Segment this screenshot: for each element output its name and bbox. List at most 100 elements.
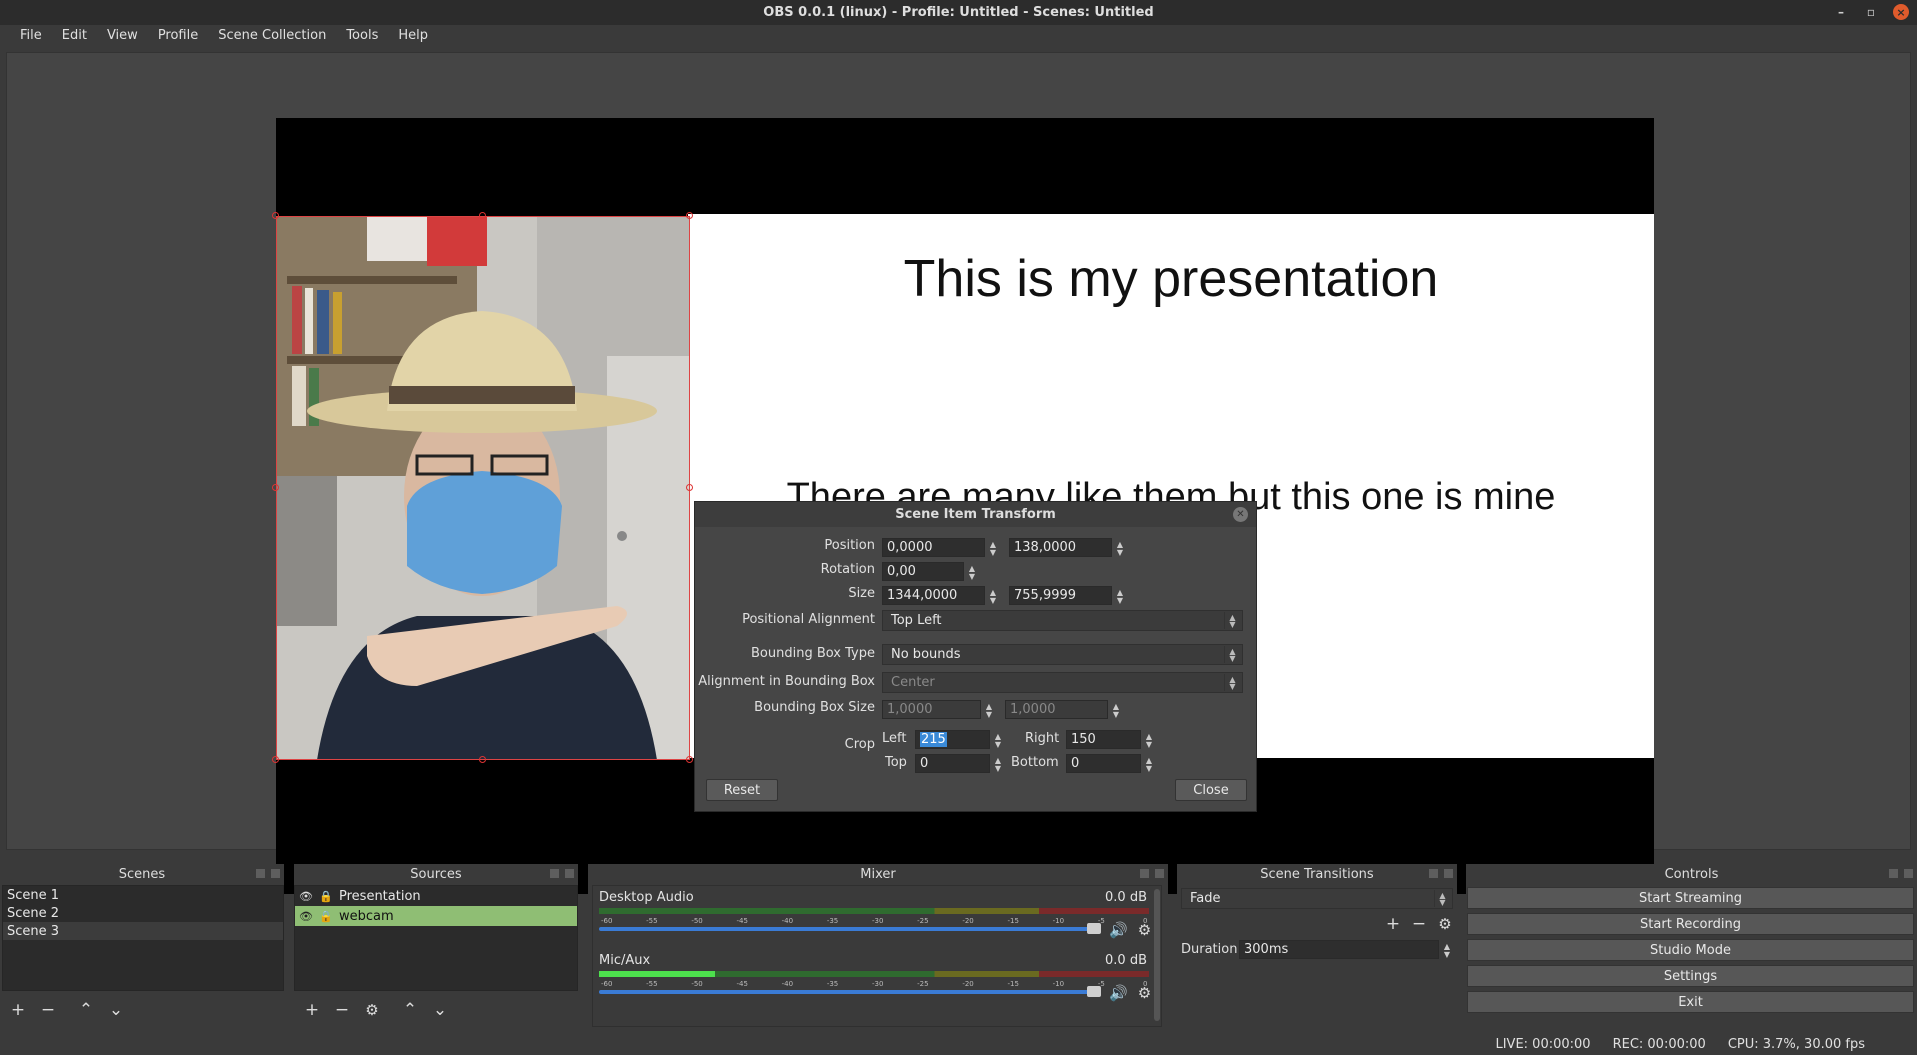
- studio-mode-button[interactable]: Studio Mode: [1467, 939, 1914, 961]
- crop-left-input[interactable]: 215 ▲ ▼: [915, 730, 1001, 749]
- float-icon[interactable]: [1429, 869, 1438, 878]
- menubar: File Edit View Profile Scene Collection …: [0, 25, 1917, 45]
- speaker-icon[interactable]: 🔊: [1109, 921, 1128, 939]
- add-icon[interactable]: +: [1385, 915, 1401, 933]
- gear-icon[interactable]: ⚙: [364, 1001, 380, 1019]
- remove-icon[interactable]: −: [334, 1001, 350, 1019]
- resize-handle-tr[interactable]: [686, 212, 693, 219]
- resize-handle-b[interactable]: [479, 756, 486, 763]
- size-height-stepper-icon[interactable]: ▲ ▼: [1113, 587, 1127, 606]
- source-item[interactable]: 👁 🔒 Presentation: [295, 886, 577, 906]
- settings-button[interactable]: Settings: [1467, 965, 1914, 987]
- exit-button[interactable]: Exit: [1467, 991, 1914, 1013]
- slider-handle[interactable]: [1087, 923, 1101, 934]
- menu-scene-collection[interactable]: Scene Collection: [208, 28, 336, 43]
- minimize-icon[interactable]: –: [1833, 4, 1849, 20]
- gear-icon[interactable]: ⚙: [1437, 915, 1453, 933]
- add-icon[interactable]: +: [10, 1001, 26, 1019]
- start-recording-button[interactable]: Start Recording: [1467, 913, 1914, 935]
- menu-tools[interactable]: Tools: [336, 28, 388, 43]
- bounding-box-type-select[interactable]: No bounds ▲ ▼: [882, 644, 1243, 665]
- resize-handle-br[interactable]: [686, 756, 693, 763]
- eye-icon[interactable]: 👁: [299, 909, 313, 923]
- scene-item[interactable]: Scene 1: [3, 886, 283, 904]
- crop-bottom-input[interactable]: 0 ▲ ▼: [1066, 754, 1152, 773]
- bounding-box-height-input[interactable]: 1,0000 ▲ ▼: [1005, 700, 1119, 719]
- resize-handle-t[interactable]: [479, 212, 486, 219]
- speaker-icon[interactable]: 🔊: [1109, 984, 1128, 1002]
- menu-profile[interactable]: Profile: [148, 28, 208, 43]
- crop-top-stepper-icon[interactable]: ▲ ▼: [991, 755, 1005, 774]
- slider-handle[interactable]: [1087, 986, 1101, 997]
- size-width-stepper-icon[interactable]: ▲ ▼: [986, 587, 1000, 606]
- transition-select[interactable]: Fade ▲ ▼: [1181, 888, 1453, 909]
- duration-input[interactable]: 300ms ▲ ▼: [1239, 940, 1450, 959]
- reset-button[interactable]: Reset: [706, 779, 778, 801]
- resize-handle-bl[interactable]: [272, 756, 279, 763]
- float-icon[interactable]: [256, 869, 265, 878]
- bbox-height-stepper-icon[interactable]: ▲ ▼: [1109, 701, 1123, 720]
- meter-tick-label: -15: [1008, 917, 1019, 925]
- move-up-icon[interactable]: ⌃: [402, 1001, 418, 1019]
- close-dock-icon[interactable]: [1904, 869, 1913, 878]
- remove-icon[interactable]: −: [40, 1001, 56, 1019]
- dialog-close-icon[interactable]: ✕: [1233, 507, 1248, 522]
- volume-slider[interactable]: [599, 986, 1101, 997]
- menu-help[interactable]: Help: [388, 28, 438, 43]
- positional-alignment-select[interactable]: Top Left ▲ ▼: [882, 610, 1243, 631]
- close-dock-icon[interactable]: [565, 869, 574, 878]
- resize-handle-tl[interactable]: [272, 212, 279, 219]
- menu-view[interactable]: View: [97, 28, 148, 43]
- float-icon[interactable]: [550, 869, 559, 878]
- add-icon[interactable]: +: [304, 1001, 320, 1019]
- size-width-input[interactable]: 1344,0000 ▲ ▼: [882, 586, 996, 605]
- restore-icon[interactable]: ▫: [1863, 4, 1879, 20]
- gear-icon[interactable]: ⚙: [1138, 921, 1151, 939]
- size-width-value: 1344,0000: [887, 588, 958, 603]
- lock-icon[interactable]: 🔒: [319, 909, 333, 923]
- scene-item[interactable]: Scene 2: [3, 904, 283, 922]
- crop-bottom-stepper-icon[interactable]: ▲ ▼: [1142, 755, 1156, 774]
- alignment-in-bounding-box-value: Center: [891, 675, 935, 690]
- eye-icon[interactable]: 👁: [299, 889, 313, 903]
- menu-file[interactable]: File: [10, 28, 52, 43]
- float-icon[interactable]: [1889, 869, 1898, 878]
- crop-top-input[interactable]: 0 ▲ ▼: [915, 754, 1001, 773]
- mixer-scrollbar[interactable]: [1154, 889, 1160, 1021]
- move-down-icon[interactable]: ⌄: [432, 1001, 448, 1019]
- position-y-stepper-icon[interactable]: ▲ ▼: [1113, 539, 1127, 558]
- volume-slider[interactable]: [599, 923, 1101, 934]
- close-dock-icon[interactable]: [271, 869, 280, 878]
- position-x-input[interactable]: 0,0000 ▲ ▼: [882, 538, 996, 557]
- close-button[interactable]: Close: [1175, 779, 1247, 801]
- crop-right-stepper-icon[interactable]: ▲ ▼: [1142, 731, 1156, 750]
- remove-icon[interactable]: −: [1411, 915, 1427, 933]
- alignment-in-bounding-box-select[interactable]: Center ▲ ▼: [882, 672, 1243, 693]
- crop-left-stepper-icon[interactable]: ▲ ▼: [991, 731, 1005, 750]
- close-dock-icon[interactable]: [1155, 869, 1164, 878]
- position-y-value: 138,0000: [1014, 540, 1077, 555]
- source-item-selected[interactable]: 👁 🔒 webcam: [295, 906, 577, 926]
- bounding-box-width-input[interactable]: 1,0000 ▲ ▼: [882, 700, 992, 719]
- size-height-input[interactable]: 755,9999 ▲ ▼: [1009, 586, 1123, 605]
- resize-handle-l[interactable]: [272, 484, 279, 491]
- resize-handle-r[interactable]: [686, 484, 693, 491]
- close-dock-icon[interactable]: [1444, 869, 1453, 878]
- gear-icon[interactable]: ⚙: [1138, 984, 1151, 1002]
- crop-right-input[interactable]: 150 ▲ ▼: [1066, 730, 1152, 749]
- rotation-input[interactable]: 0,00 ▲ ▼: [882, 562, 975, 581]
- close-window-icon[interactable]: ×: [1893, 4, 1909, 20]
- move-down-icon[interactable]: ⌄: [108, 1001, 124, 1019]
- menu-edit[interactable]: Edit: [52, 28, 97, 43]
- float-icon[interactable]: [1140, 869, 1149, 878]
- position-x-stepper-icon[interactable]: ▲ ▼: [986, 539, 1000, 558]
- start-streaming-button[interactable]: Start Streaming: [1467, 887, 1914, 909]
- duration-stepper-icon[interactable]: ▲ ▼: [1440, 941, 1454, 960]
- scene-item-selected[interactable]: Scene 3: [3, 922, 283, 940]
- position-y-input[interactable]: 138,0000 ▲ ▼: [1009, 538, 1123, 557]
- move-up-icon[interactable]: ⌃: [78, 1001, 94, 1019]
- webcam-source[interactable]: [276, 216, 690, 760]
- bbox-width-stepper-icon[interactable]: ▲ ▼: [982, 701, 996, 720]
- rotation-stepper-icon[interactable]: ▲ ▼: [965, 563, 979, 582]
- lock-icon[interactable]: 🔒: [319, 889, 333, 903]
